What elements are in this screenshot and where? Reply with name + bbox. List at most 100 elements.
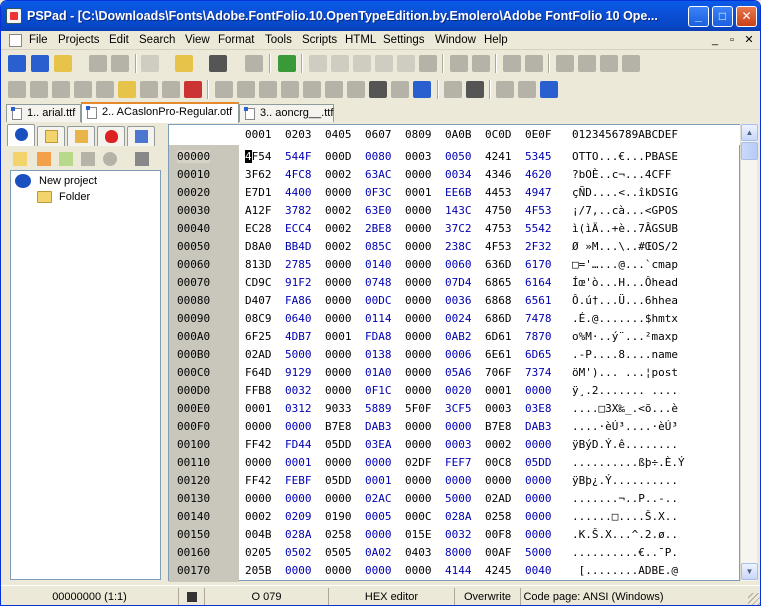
hex-row[interactable]: 00130 0000 0000 0000 02AC 0000 5000 02AD 0000...…: [169, 489, 741, 507]
hex-row[interactable]: 000E0 0001 0312 9033 5889 5F0F 3CF5 0003 03E8...…: [169, 399, 741, 417]
hex-byte-pair[interactable]: 5889: [365, 402, 392, 415]
ascii-text[interactable]: .É.@.......$hmtx: [572, 312, 678, 325]
hex-byte-pair[interactable]: 0000: [405, 258, 432, 271]
html-tidy-icon[interactable]: [347, 81, 365, 98]
html-image-icon[interactable]: [259, 81, 277, 98]
save-icon[interactable]: [209, 55, 227, 72]
menu-file[interactable]: File: [29, 34, 48, 46]
replace-icon[interactable]: [331, 55, 349, 72]
hex-byte-pair[interactable]: 7870: [525, 330, 552, 343]
hex-byte-pair[interactable]: 000D: [325, 150, 352, 163]
close-button[interactable]: ✕: [736, 6, 757, 27]
hex-byte-pair[interactable]: 544F: [285, 150, 312, 163]
ascii-text[interactable]: Íœ'ò...H...Ôhead: [572, 276, 678, 289]
hex-byte-pair[interactable]: 0034: [445, 168, 472, 181]
menu-html[interactable]: HTML: [345, 34, 376, 46]
remove-folder-icon[interactable]: [37, 152, 51, 166]
hex-editor[interactable]: 0001 0203 0405 0607 0809 0A0B 0C0D 0E0F …: [168, 124, 741, 582]
hex-row[interactable]: 00120 FF42 FEBF 05DD 0001 0000 0000 0000 0000 ÿBþ…: [169, 471, 741, 489]
hex-byte-pair[interactable]: 0002: [245, 510, 272, 523]
hex-byte-pair[interactable]: 0000: [365, 564, 392, 577]
hex-byte-pair[interactable]: 0000: [405, 474, 432, 487]
hex-byte-pair[interactable]: 0002: [325, 204, 352, 217]
hex-byte-pair[interactable]: 08C9: [245, 312, 272, 325]
hex-row[interactable]: 00090 08C9 0640 0000 0114 0000 0024 686D 7478 .É.…: [169, 309, 741, 327]
new-folder-icon[interactable]: [13, 152, 27, 166]
ascii-text[interactable]: Ø »M...\..#ŒOS/2: [572, 240, 678, 253]
hex-byte-pair[interactable]: 0000: [405, 564, 432, 577]
menu-settings[interactable]: Settings: [383, 34, 425, 46]
search-icon[interactable]: [309, 55, 327, 72]
hex-byte-pair[interactable]: 0502: [285, 546, 312, 559]
arrow-icon[interactable]: [184, 81, 202, 98]
hex-byte-pair[interactable]: 4F53: [525, 204, 552, 217]
new-file-icon[interactable]: [141, 55, 159, 72]
spell-icon[interactable]: [444, 81, 462, 98]
title-bar[interactable]: PSPad - [C:\Downloads\Fonts\Adobe.FontFo…: [1, 1, 760, 31]
ascii-text[interactable]: ......□....Š.X..: [572, 510, 678, 523]
hex-byte-pair[interactable]: 636D: [485, 258, 512, 271]
hex-byte-pair[interactable]: FF42: [245, 474, 272, 487]
hex-byte-pair[interactable]: 0000: [405, 438, 432, 451]
hex-byte-pair[interactable]: 0403: [405, 546, 432, 559]
hex-byte-pair[interactable]: 0001: [405, 186, 432, 199]
lock-icon[interactable]: [118, 81, 136, 98]
copy-icon[interactable]: [578, 55, 596, 72]
hex-byte-pair[interactable]: 6164: [525, 276, 552, 289]
ascii-text[interactable]: [........ADBE.@: [572, 564, 678, 577]
hex-byte-pair[interactable]: 0002: [325, 222, 352, 235]
hex-byte-pair[interactable]: 0000: [445, 474, 472, 487]
hex-row[interactable]: 00110 0000 0001 0000 0000 02DF FEF7 00C8 05DD...…: [169, 453, 741, 471]
hex-byte-pair[interactable]: A12F: [245, 204, 272, 217]
ascii-text[interactable]: ÿBýD.Ý.ê........: [572, 438, 678, 451]
hex-byte-pair[interactable]: 0000: [405, 276, 432, 289]
hex-byte-pair[interactable]: 4400: [285, 186, 312, 199]
goto-icon[interactable]: [397, 55, 415, 72]
hex-row[interactable]: 000B0 02AD 5000 0000 0138 0000 0006 6E61 6D65 .-P…: [169, 345, 741, 363]
vertical-scrollbar[interactable]: ▲ ▼: [740, 124, 758, 581]
hex-row[interactable]: 00080 D407 FA86 0000 00DC 0000 0036 6868 6561 Ô.ú…: [169, 291, 741, 309]
project-dropdown-icon[interactable]: [54, 55, 72, 72]
project-icon[interactable]: [8, 55, 26, 72]
hex-row[interactable]: 00170 205B 0000 0000 0000 0000 4144 4245 0040 [.…: [169, 561, 741, 579]
hex-byte-pair[interactable]: D407: [245, 294, 272, 307]
hex-byte-pair[interactable]: 05DD: [525, 456, 552, 469]
hex-byte-pair[interactable]: 0001: [485, 384, 512, 397]
hex-byte-pair[interactable]: 0000: [325, 294, 352, 307]
hex-byte-pair[interactable]: 00DC: [365, 294, 392, 307]
bookmark-icon[interactable]: [375, 55, 393, 72]
hex-byte-pair[interactable]: 0000: [325, 564, 352, 577]
hex-byte-pair[interactable]: 3F62: [245, 168, 272, 181]
hex-byte-pair[interactable]: 3CF5: [445, 402, 472, 415]
hex-byte-pair[interactable]: 2F32: [525, 240, 552, 253]
menu-format[interactable]: Format: [218, 34, 254, 46]
hex-byte-pair[interactable]: 03E8: [525, 402, 552, 415]
hex-byte-pair[interactable]: 02AD: [485, 492, 512, 505]
undo-icon[interactable]: [503, 55, 521, 72]
hex-row[interactable]: 000A0 6F25 4DB7 0001 FDA8 0000 0AB2 6D61 7870 o%M…: [169, 327, 741, 345]
pspad-app-icon[interactable]: [6, 8, 22, 24]
comment-icon[interactable]: [74, 81, 92, 98]
hex-byte-pair[interactable]: 0138: [365, 348, 392, 361]
hex-byte-pair[interactable]: 0000: [325, 186, 352, 199]
hex-byte-pair[interactable]: 0000: [405, 330, 432, 343]
redo-icon[interactable]: [525, 55, 543, 72]
glasses-icon[interactable]: [466, 81, 484, 98]
hex-row[interactable]: 00010 3F62 4FC8 0002 63AC 0000 0034 4346 4620 ?bO…: [169, 165, 741, 183]
ascii-text[interactable]: .......¬..P..-..: [572, 492, 678, 505]
ascii-text[interactable]: OTTO...€...PBASE: [572, 150, 678, 163]
hex-byte-pair[interactable]: 6D61: [485, 330, 512, 343]
hex-byte-pair[interactable]: 0AB2: [445, 330, 472, 343]
hex-byte-pair[interactable]: 0003: [485, 402, 512, 415]
ascii-text[interactable]: ¡/7‚..cà...<GPOS: [572, 204, 678, 217]
tab-arial[interactable]: 1.. arial.ttf: [6, 104, 81, 122]
html-color-icon[interactable]: [325, 81, 343, 98]
mdi-minimize-button[interactable]: _: [707, 33, 723, 47]
hex-byte-pair[interactable]: 4FC8: [285, 168, 312, 181]
hex-byte-pair[interactable]: 0000: [325, 276, 352, 289]
hex-byte-pair[interactable]: FEF7: [445, 456, 472, 469]
hex-byte-pair[interactable]: 0000: [285, 420, 312, 433]
open-folder-icon[interactable]: [175, 55, 193, 72]
hex-byte-pair[interactable]: 00AF: [485, 546, 512, 559]
paste-icon[interactable]: [600, 55, 618, 72]
